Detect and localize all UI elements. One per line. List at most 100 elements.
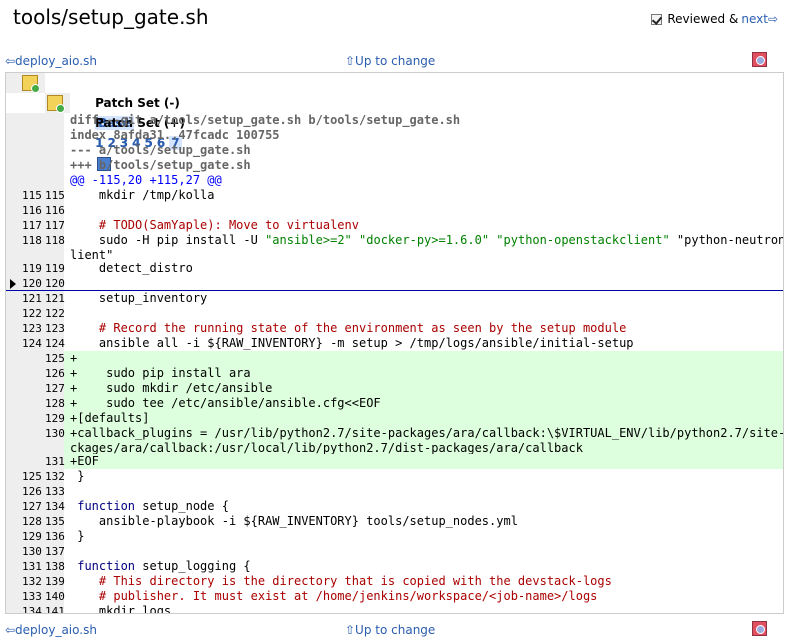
code-line: function setup_logging { <box>77 559 251 573</box>
gutter-marker <box>6 499 22 514</box>
old-line-number[interactable]: 132 <box>22 574 42 589</box>
diff-line: 115 115 mkdir /tmp/kolla <box>6 188 783 203</box>
new-line-number[interactable]: 116 <box>45 203 65 218</box>
new-line-number[interactable]: 123 <box>45 321 65 336</box>
gutter-marker <box>6 203 22 218</box>
diff-table: Patch Set (-) Base 1234567 Patch Set (+)… <box>5 72 784 614</box>
old-line-number[interactable]: 124 <box>22 336 42 351</box>
diff-line: 116 116 <box>6 203 783 218</box>
old-line-number[interactable] <box>22 396 41 411</box>
code-line: + <box>70 351 783 366</box>
old-line-number[interactable]: 115 <box>22 188 42 203</box>
new-line-number[interactable]: 132 <box>45 469 65 484</box>
new-line-number[interactable]: 124 <box>45 336 65 351</box>
old-line-number[interactable]: 121 <box>22 291 42 306</box>
old-line-number[interactable]: 129 <box>22 529 42 544</box>
diff-line: 125 + <box>6 351 783 366</box>
code-line: function setup_node { <box>77 499 229 513</box>
page-title: tools/setup_gate.sh <box>13 5 209 29</box>
prev-file-link[interactable]: ⇦deploy_aio.sh <box>5 54 97 68</box>
new-line-number[interactable]: 120 <box>45 276 65 290</box>
old-line-number[interactable]: 118 <box>22 233 42 261</box>
new-line-number[interactable]: 136 <box>45 529 65 544</box>
old-line-number[interactable]: 117 <box>22 218 42 233</box>
bottom-nav-bar: ⇦deploy_aio.sh ⇧Up to change <box>0 621 785 639</box>
new-line-number[interactable]: 130 <box>45 426 65 454</box>
old-line-number[interactable] <box>22 454 41 469</box>
add-comment-icon[interactable] <box>47 95 65 113</box>
old-line-number[interactable]: 123 <box>22 321 42 336</box>
code-line: +callback_plugins = /usr/lib/python2.7/s… <box>70 426 784 455</box>
new-line-number[interactable]: 134 <box>45 499 65 514</box>
old-line-number[interactable] <box>22 351 41 366</box>
diff-line: 126 133 <box>6 484 783 499</box>
gutter-marker <box>6 574 22 589</box>
gutter-marker <box>6 469 22 484</box>
old-line-number[interactable]: 127 <box>22 499 42 514</box>
new-line-number[interactable]: 141 <box>45 604 65 613</box>
diff-line: 120 120 <box>6 276 783 291</box>
new-line-number[interactable]: 115 <box>45 188 65 203</box>
old-line-number[interactable] <box>22 381 41 396</box>
diff-line: 126 + sudo pip install ara <box>6 366 783 381</box>
gutter-marker <box>6 514 22 529</box>
diff-line: 129 136 } <box>6 529 783 544</box>
prev-file-link[interactable]: ⇦deploy_aio.sh <box>5 623 97 637</box>
up-to-change-link[interactable]: ⇧Up to change <box>345 623 435 637</box>
new-line-number[interactable]: 138 <box>45 559 65 574</box>
new-line-number[interactable]: 119 <box>45 261 65 276</box>
new-line-number <box>45 143 64 158</box>
new-line-number[interactable]: 133 <box>45 484 65 499</box>
new-line-number[interactable]: 126 <box>45 366 65 381</box>
preferences-icon[interactable] <box>752 621 767 636</box>
gutter-marker <box>6 321 22 336</box>
old-line-number[interactable]: 122 <box>22 306 42 321</box>
old-line-number <box>22 128 41 143</box>
add-comment-icon[interactable] <box>22 75 40 93</box>
new-line-number[interactable]: 131 <box>45 454 65 469</box>
new-line-number[interactable]: 122 <box>45 306 65 321</box>
diff-line: 117 117 # TODO(SamYaple): Move to virtual… <box>6 218 783 233</box>
code-line: ansible-playbook -i ${RAW_INVENTORY} too… <box>70 514 518 528</box>
new-line-number[interactable]: 128 <box>45 396 65 411</box>
code-line: # publisher. It must exist at /home/jenk… <box>70 589 598 603</box>
new-line-number[interactable]: 117 <box>45 218 65 233</box>
new-line-number[interactable]: 118 <box>45 233 65 261</box>
new-line-number[interactable]: 127 <box>45 381 65 396</box>
new-line-number[interactable]: 121 <box>45 291 65 306</box>
diff-header-line: diff --git a/tools/setup_gate.sh b/tools… <box>6 113 783 128</box>
gutter-marker <box>6 158 22 173</box>
gutter-marker <box>6 306 22 321</box>
reviewed-checkbox[interactable] <box>651 13 663 25</box>
next-file-link[interactable]: next⇨ <box>741 12 778 26</box>
diff-line: 132 139 # This directory is the directory… <box>6 574 783 589</box>
diff-line: 121 121 setup_inventory <box>6 291 783 306</box>
old-line-number[interactable]: 134 <box>22 604 42 613</box>
code-line: + sudo mkdir /etc/ansible <box>70 381 783 396</box>
new-line-number[interactable]: 135 <box>45 514 65 529</box>
new-line-number[interactable]: 137 <box>45 544 65 559</box>
old-line-number[interactable]: 126 <box>22 484 42 499</box>
old-line-number[interactable]: 120 <box>22 276 42 290</box>
new-line-number[interactable]: 140 <box>45 589 65 604</box>
diff-line: 123 123 # Record the running state of the… <box>6 321 783 336</box>
new-line-number[interactable]: 125 <box>45 351 65 366</box>
old-line-number[interactable]: 130 <box>22 544 42 559</box>
up-to-change-link[interactable]: ⇧Up to change <box>345 54 435 68</box>
old-line-number[interactable]: 131 <box>22 559 42 574</box>
reviewed-label: Reviewed & <box>667 12 739 26</box>
preferences-icon[interactable] <box>752 52 767 67</box>
old-line-number[interactable] <box>22 366 41 381</box>
top-nav-bar: ⇦deploy_aio.sh ⇧Up to change <box>0 52 785 70</box>
old-line-number[interactable]: 128 <box>22 514 42 529</box>
new-line-number[interactable]: 139 <box>45 574 65 589</box>
old-line-number[interactable] <box>22 426 41 454</box>
old-line-number[interactable]: 119 <box>22 261 42 276</box>
old-line-number[interactable] <box>22 411 41 426</box>
old-line-number[interactable]: 133 <box>22 589 42 604</box>
new-line-number <box>45 158 64 173</box>
old-line-number[interactable]: 125 <box>22 469 42 484</box>
new-line-number[interactable]: 129 <box>45 411 65 426</box>
old-line-number[interactable]: 116 <box>22 203 42 218</box>
